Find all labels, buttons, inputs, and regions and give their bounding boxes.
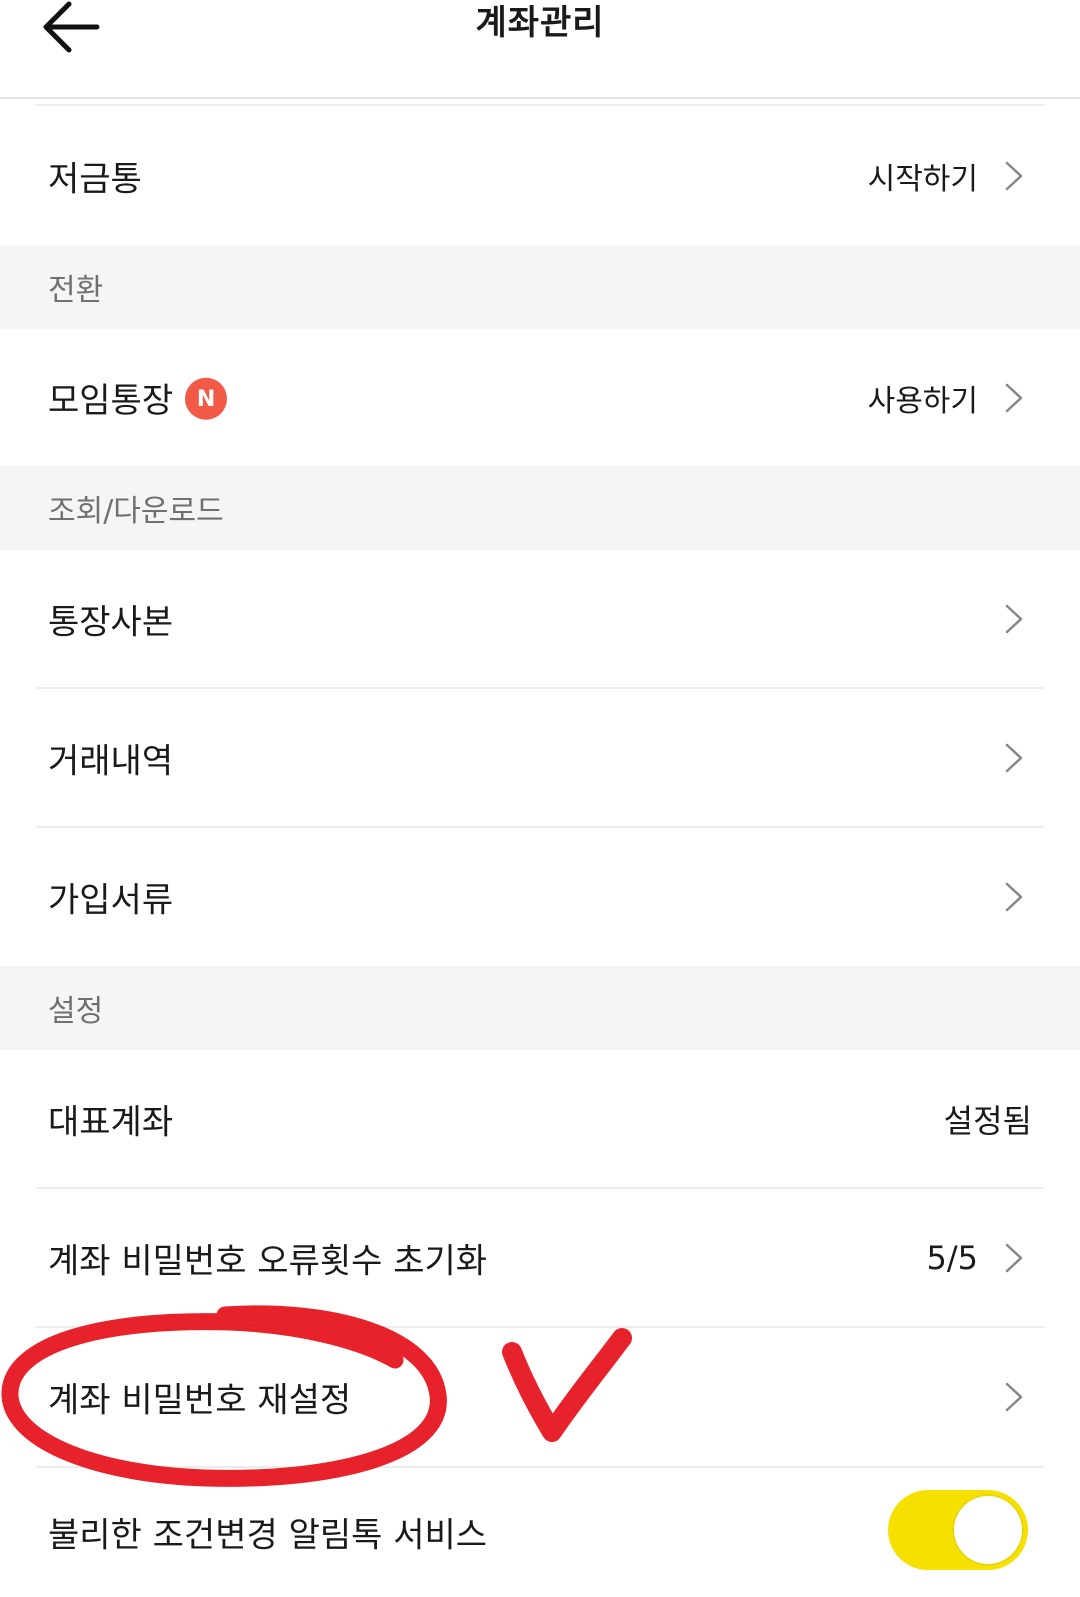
- section-label: 조회/다운로드: [48, 494, 224, 529]
- section-header-switch: 전환: [0, 245, 1080, 329]
- group-account-use-link[interactable]: 사용하기: [868, 376, 978, 420]
- top-app-bar: 계좌관리: [0, 0, 1080, 99]
- pw-reset-row[interactable]: 계좌 비밀번호 재설정: [0, 1328, 1080, 1466]
- chevron-right-icon: [1005, 1382, 1023, 1412]
- pw-reset-label: 계좌 비밀번호 재설정: [48, 1380, 352, 1421]
- chevron-right-icon: [1005, 161, 1023, 190]
- chevron-right-icon: [1005, 743, 1023, 772]
- pw-error-reset-row[interactable]: 계좌 비밀번호 오류횟수 초기화 5/5: [0, 1189, 1080, 1326]
- section-label: 설정: [48, 994, 104, 1029]
- page-title: 계좌관리: [475, 3, 605, 43]
- transactions-label: 거래내역: [48, 741, 174, 781]
- group-account-label: 모임통장: [48, 380, 174, 421]
- section-header-settings: 설정: [0, 966, 1080, 1050]
- alert-service-label: 불리한 조건변경 알림톡 서비스: [48, 1515, 488, 1556]
- piggy-bank-start-link[interactable]: 시작하기: [868, 154, 978, 198]
- piggy-bank-label: 저금통: [48, 159, 142, 199]
- chevron-right-icon: [1005, 882, 1023, 912]
- passbook-copy-row[interactable]: 통장사본: [0, 550, 1080, 687]
- transactions-row[interactable]: 거래내역: [0, 689, 1080, 826]
- toggle-knob: [952, 1494, 1024, 1566]
- group-account-row[interactable]: 모임통장 N 사용하기: [0, 329, 1080, 466]
- main-account-label: 대표계좌: [48, 1102, 174, 1142]
- main-account-status: 설정됨: [943, 1101, 1032, 1140]
- section-label: 전환: [48, 273, 104, 308]
- chevron-right-icon: [1005, 604, 1023, 633]
- pw-error-count: 5/5: [926, 1238, 979, 1277]
- chevron-right-icon: [1005, 383, 1023, 412]
- main-account-row[interactable]: 대표계좌 설정됨: [0, 1050, 1080, 1187]
- passbook-copy-label: 통장사본: [48, 602, 174, 642]
- alert-service-row: 불리한 조건변경 알림톡 서비스: [0, 1468, 1080, 1597]
- pw-error-reset-label: 계좌 비밀번호 오류횟수 초기화: [48, 1241, 488, 1281]
- alert-service-toggle[interactable]: [888, 1490, 1028, 1570]
- signup-docs-row[interactable]: 가입서류: [0, 828, 1080, 966]
- signup-docs-label: 가입서류: [48, 880, 174, 921]
- section-header-view-download: 조회/다운로드: [0, 466, 1080, 550]
- chevron-right-icon: [1005, 1243, 1023, 1272]
- new-badge: N: [185, 377, 228, 420]
- piggy-bank-row[interactable]: 저금통 시작하기: [0, 106, 1080, 245]
- group-account-label-wrap: 모임통장 N: [48, 372, 228, 423]
